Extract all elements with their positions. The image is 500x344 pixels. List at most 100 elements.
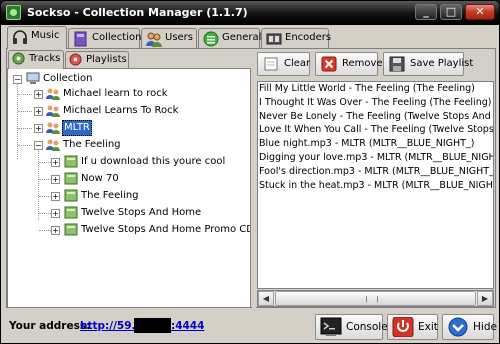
album-icon: [64, 206, 78, 219]
power-icon: [392, 317, 414, 337]
tab-playlists[interactable]: Playlists: [65, 51, 129, 68]
clear-button[interactable]: Clear: [257, 52, 310, 76]
tree-album-label: If u download this youre cool: [81, 156, 226, 167]
list-item[interactable]: I Thought It Was Over - The Feeling (The…: [258, 96, 493, 110]
exit-button[interactable]: Exit: [387, 314, 438, 340]
tree-connector: [39, 213, 51, 214]
collapse-icon[interactable]: −: [34, 141, 43, 150]
album-icon: [64, 223, 78, 236]
tree-artist-label: The Feeling: [63, 139, 121, 150]
book-icon: [74, 31, 87, 47]
list-item[interactable]: Never Be Lonely - The Feeling (Twelve St…: [258, 110, 493, 124]
list-item[interactable]: Love It When You Call - The Feeling (Twe…: [258, 123, 493, 137]
title-bar[interactable]: Sockso - Collection Manager (1.1.7) _ □ …: [1, 1, 499, 25]
exit-button-label: Exit: [418, 321, 438, 333]
expand-icon[interactable]: +: [34, 90, 43, 99]
maximize-button[interactable]: □: [440, 4, 462, 20]
tab-collection[interactable]: Collection: [68, 28, 142, 48]
tab-users[interactable]: Users: [141, 28, 197, 48]
clear-button-label: Clear: [284, 58, 311, 69]
console-icon: [320, 317, 342, 336]
tree-connector: [39, 162, 51, 163]
tree-album[interactable]: + Now 70: [8, 171, 248, 187]
expand-icon[interactable]: +: [51, 192, 60, 201]
address-port-link[interactable]: :4444: [171, 320, 204, 332]
expand-icon[interactable]: +: [51, 209, 60, 218]
pane-splitter[interactable]: [252, 49, 256, 308]
scroll-left-icon[interactable]: ◀: [258, 291, 274, 306]
tab-encoders-label: Encoders: [285, 32, 332, 43]
expand-icon[interactable]: +: [51, 175, 60, 184]
artist-icon: [46, 122, 60, 134]
remove-button[interactable]: Remove: [315, 52, 383, 76]
expand-icon[interactable]: +: [34, 107, 43, 116]
hide-button[interactable]: Hide: [442, 314, 497, 340]
scrollbar-thumb[interactable]: [275, 291, 476, 306]
tree-connector: [18, 128, 32, 129]
list-item[interactable]: Blue night.mp3 - MLTR (MLTR__BLUE_NIGHT_…: [258, 137, 493, 151]
tree-album[interactable]: + Twelve Stops And Home Promo CD: [8, 222, 251, 238]
tab-music[interactable]: Music: [7, 26, 67, 49]
hide-icon: [448, 317, 468, 337]
app-window: Sockso - Collection Manager (1.1.7) _ □ …: [0, 0, 500, 344]
tree-album-label: The Feeling: [81, 190, 139, 201]
tab-encoders[interactable]: Encoders: [261, 28, 332, 48]
tree-album[interactable]: + If u download this youre cool: [8, 154, 248, 170]
close-button[interactable]: ✕: [465, 4, 495, 20]
console-button-label: Console: [346, 321, 388, 333]
clear-icon: [264, 57, 278, 71]
tree-artist[interactable]: + Michael Learns To Rock: [8, 103, 248, 119]
collapse-icon[interactable]: −: [13, 75, 22, 84]
tree-connector: [39, 196, 51, 197]
hide-button-label: Hide: [473, 321, 497, 333]
list-item[interactable]: Fool's direction.mp3 - MLTR (MLTR__BLUE_…: [258, 165, 493, 179]
album-icon: [64, 155, 78, 168]
tree-root[interactable]: − Collection: [8, 71, 248, 87]
minimize-button[interactable]: _: [415, 4, 437, 20]
tree-root-label: Collection: [43, 73, 93, 84]
tree-connector: [39, 230, 51, 231]
expand-icon[interactable]: +: [51, 158, 60, 167]
tree-artist[interactable]: + MLTR: [8, 120, 248, 136]
artist-icon: [46, 105, 60, 117]
scroll-right-icon[interactable]: ▶: [477, 291, 493, 306]
artist-icon: [46, 139, 60, 151]
list-item[interactable]: Digging your love.mp3 - MLTR (MLTR__BLUE…: [258, 151, 493, 165]
tab-users-label: Users: [165, 32, 194, 43]
tree-artist[interactable]: + Michael learn to rock: [8, 86, 248, 102]
remove-button-label: Remove: [342, 58, 383, 69]
footer-bar: Your address: http://59.94. :4444 Consol…: [1, 309, 499, 343]
tree-artist-label: Michael Learns To Rock: [63, 105, 179, 116]
remove-icon: [321, 56, 337, 72]
grip-icon: [366, 296, 378, 302]
playlist-list[interactable]: Fill My Little World - The Feeling (The …: [257, 81, 494, 289]
tree-connector: [18, 94, 32, 95]
save-icon: [389, 56, 405, 72]
expand-icon[interactable]: +: [51, 226, 60, 235]
computer-icon: [26, 72, 40, 84]
tree-connector: [18, 111, 32, 112]
tree-album-label: Twelve Stops And Home: [81, 207, 202, 218]
tree-album-label: Twelve Stops And Home Promo CD: [81, 224, 251, 235]
film-icon: [266, 33, 282, 45]
headphones-icon: [13, 30, 27, 44]
expand-icon[interactable]: +: [34, 124, 43, 133]
tab-general[interactable]: General: [198, 28, 261, 48]
artist-icon: [46, 88, 60, 100]
list-item[interactable]: Stuck in the heat.mp3 - MLTR (MLTR__BLUE…: [258, 179, 493, 193]
album-icon: [64, 189, 78, 202]
console-button[interactable]: Console: [315, 314, 388, 340]
tracks-icon: [12, 52, 25, 65]
save-playlist-button[interactable]: Save Playlist: [383, 52, 473, 76]
users-icon: [146, 32, 162, 47]
tab-playlists-label: Playlists: [86, 54, 127, 65]
tab-tracks[interactable]: Tracks: [8, 50, 64, 69]
tree-album[interactable]: + The Feeling: [8, 188, 248, 204]
tree-album[interactable]: + Twelve Stops And Home: [8, 205, 248, 221]
collection-tree[interactable]: − Collection + Michael learn to rock + M…: [7, 68, 251, 308]
horizontal-scrollbar[interactable]: ◀ ▶: [257, 290, 494, 307]
list-item[interactable]: Fill My Little World - The Feeling (The …: [258, 82, 493, 96]
tab-collection-label: Collection: [92, 32, 142, 43]
tree-artist[interactable]: − The Feeling: [8, 137, 248, 153]
album-icon: [64, 172, 78, 185]
